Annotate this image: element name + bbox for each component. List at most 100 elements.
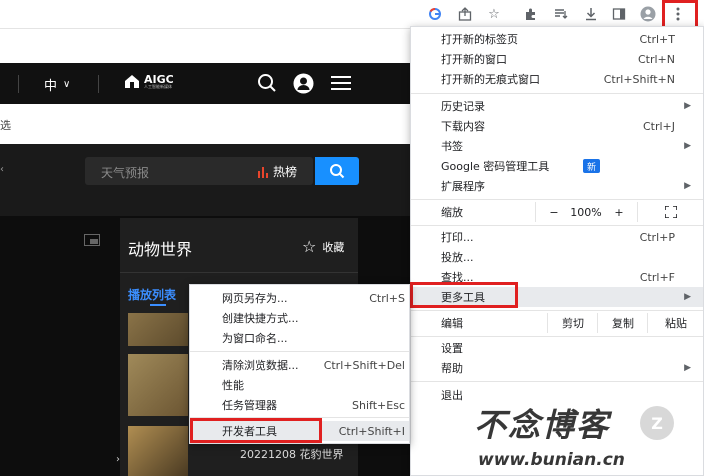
user-avatar-icon[interactable] (293, 73, 314, 97)
paste-button[interactable]: 粘贴 (647, 313, 704, 333)
fullscreen-button[interactable] (637, 202, 704, 222)
menu-item-new-window[interactable]: 打开新的窗口 Ctrl+N (411, 49, 703, 69)
menu-item-passwords[interactable]: Google 密码管理工具 新 (411, 156, 703, 176)
menu-item-label: 扩展程序 (441, 180, 485, 193)
menu-item-label: Google 密码管理工具 (441, 160, 550, 173)
bar-chart-icon (258, 166, 268, 178)
profile-icon[interactable] (637, 3, 659, 25)
copy-button[interactable]: 复制 (597, 313, 648, 333)
watermark-title: 不念博客 (474, 406, 611, 444)
menu-item-label: 打印... (441, 231, 474, 244)
menu-item-shortcut: Shift+Esc (352, 398, 405, 412)
menu-separator (411, 336, 703, 337)
browser-toolbar: ☆ (0, 0, 704, 29)
site-search-button[interactable] (315, 157, 359, 185)
menu-item-settings[interactable]: 设置 (411, 338, 703, 358)
zoom-minus-label: − (549, 205, 559, 219)
menu-item-label: 历史记录 (441, 100, 485, 113)
video-thumbnail[interactable] (128, 426, 188, 476)
zoom-value-label: 100% (570, 205, 602, 219)
video-thumbnail[interactable] (128, 354, 188, 416)
submenu-item-create-shortcut[interactable]: 创建快捷方式... (190, 308, 409, 328)
reading-list-icon[interactable] (550, 3, 572, 25)
submenu-arrow-icon: ▶ (684, 181, 691, 191)
hot-label: 热榜 (273, 165, 298, 179)
home-logo-icon (125, 75, 139, 88)
header-divider (18, 75, 19, 93)
tab-underline (150, 304, 166, 306)
menu-item-extensions[interactable]: 扩展程序 ▶ (411, 176, 703, 196)
site-header: 中 ∨ AIGC 人工智能新媒体 (0, 63, 410, 104)
chevron-left-icon: ‹ (0, 164, 4, 175)
menu-item-cast[interactable]: 投放... (411, 247, 703, 267)
menu-item-history[interactable]: 历史记录 ▶ (411, 96, 703, 116)
dev-tools-highlight-box (190, 418, 322, 443)
page-top-strip (0, 29, 410, 63)
menu-item-label: 编辑 (441, 317, 463, 330)
submenu-item-clear-data[interactable]: 清除浏览数据... Ctrl+Shift+Del (190, 355, 409, 375)
chevron-right-icon[interactable]: › (116, 454, 120, 465)
new-badge: 新 (583, 159, 601, 173)
logo-text: AIGC (144, 72, 174, 86)
submenu-item-performance[interactable]: 性能 (190, 375, 409, 395)
zoom-value: 100% (570, 202, 602, 222)
menu-separator (411, 225, 703, 226)
share-icon[interactable] (454, 3, 476, 25)
language-label: 中 (44, 79, 58, 94)
picture-in-picture-icon[interactable] (84, 234, 100, 249)
hot-list-link[interactable]: 热榜 (257, 163, 297, 180)
collect-button[interactable]: ☆ 收藏 (302, 237, 344, 256)
menu-item-shortcut: Ctrl+Shift+Del (323, 358, 405, 372)
menu-item-incognito[interactable]: 打开新的无痕式窗口 Ctrl+Shift+N (411, 69, 703, 89)
menu-item-shortcut: Ctrl+T (639, 32, 675, 46)
cut-button[interactable]: 剪切 (547, 313, 598, 333)
menu-item-label: 创建快捷方式... (222, 312, 299, 325)
menu-separator (411, 381, 703, 382)
video-caption: 20221208 花豹世界 (240, 448, 344, 461)
copy-label: 复制 (612, 317, 634, 330)
submenu-arrow-icon: ▶ (684, 141, 691, 151)
chevron-down-icon: ∨ (63, 79, 71, 90)
more-tools-highlight-box (410, 282, 518, 308)
menu-item-downloads[interactable]: 下载内容 Ctrl+J (411, 116, 703, 136)
menu-item-shortcut: Ctrl+N (637, 52, 675, 66)
side-panel-icon[interactable] (608, 3, 630, 25)
tab-playlist[interactable]: 播放列表 (128, 286, 176, 303)
watermark: 不念博客 www.bunian.cn Z (460, 400, 704, 476)
menu-item-label: 打开新的窗口 (441, 53, 507, 66)
star-icon[interactable]: ☆ (483, 3, 505, 25)
site-search-input[interactable]: 天气预报 热榜 (85, 157, 313, 185)
menu-item-new-tab[interactable]: 打开新的标签页 Ctrl+T (411, 29, 703, 49)
language-selector[interactable]: 中 ∨ (44, 75, 70, 94)
zoom-in-button[interactable]: + (601, 202, 637, 222)
menu-item-shortcut: Ctrl+Shift+I (338, 424, 405, 438)
menu-item-help[interactable]: 帮助 ▶ (411, 358, 703, 378)
menu-item-edit: 编辑 剪切 复制 粘贴 (411, 313, 703, 333)
menu-separator (411, 93, 703, 94)
fullscreen-icon (665, 206, 677, 218)
submenu-item-name-window[interactable]: 为窗口命名... (190, 328, 409, 348)
site-sub-bar: 选 (0, 104, 410, 145)
video-thumbnail[interactable] (128, 313, 188, 346)
menu-item-zoom: 缩放 − 100% + (411, 202, 703, 222)
search-icon[interactable] (257, 73, 277, 96)
site-logo[interactable]: AIGC 人工智能新媒体 (124, 73, 174, 89)
star-outline-icon: ☆ (302, 237, 317, 256)
menu-separator (411, 310, 703, 311)
google-icon[interactable] (424, 3, 446, 25)
extensions-icon[interactable] (520, 3, 542, 25)
menu-item-bookmarks[interactable]: 书签 ▶ (411, 136, 703, 156)
hamburger-menu-icon[interactable] (331, 75, 351, 94)
header-divider (98, 75, 99, 93)
menu-item-shortcut: Ctrl+Shift+N (603, 72, 675, 86)
download-icon[interactable] (580, 3, 602, 25)
menu-item-label: 设置 (441, 342, 463, 355)
zoom-out-button[interactable]: − (535, 202, 572, 222)
submenu-item-task-manager[interactable]: 任务管理器 Shift+Esc (190, 395, 409, 415)
submenu-item-save-page[interactable]: 网页另存为... Ctrl+S (190, 288, 409, 308)
menu-item-print[interactable]: 打印... Ctrl+P (411, 227, 703, 247)
menu-item-label: 性能 (222, 379, 244, 392)
search-icon (330, 164, 345, 179)
menu-item-label: 帮助 (441, 362, 463, 375)
menu-item-label: 打开新的标签页 (441, 33, 518, 46)
